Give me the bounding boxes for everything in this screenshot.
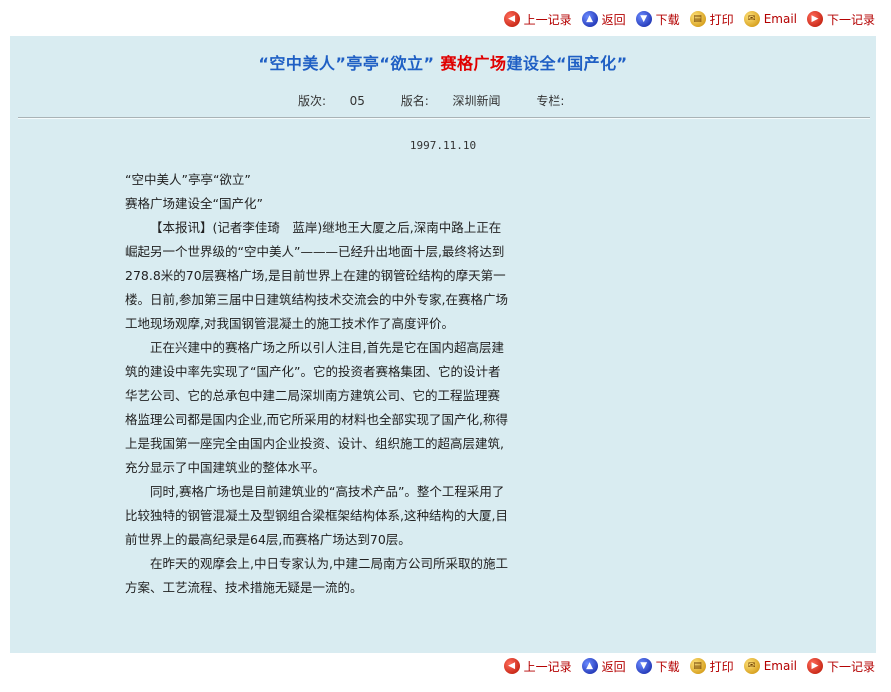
article-meta: 版次: 05 版名: 深圳新闻 专栏: — [10, 92, 876, 109]
next-record-label: 下一记录 — [826, 659, 875, 674]
download-button[interactable]: ▼ 下载 — [635, 658, 680, 675]
print-label: 打印 — [709, 12, 734, 27]
section-value: 深圳新闻 — [452, 94, 501, 108]
print-button[interactable]: ▤ 打印 — [689, 658, 734, 675]
top-toolbar: ◀ 上一记录 ▲ 返回 ▼ 下载 ▤ 打印 ✉ Email ▶ 下一记录 — [503, 9, 875, 29]
article-title: “空中美人”亭亭“欲立” 赛格广场建设全“国产化” — [10, 50, 876, 74]
download-label: 下载 — [655, 659, 680, 674]
prev-record-icon: ◀ — [503, 658, 520, 674]
section-field: 版名: 深圳新闻 — [393, 94, 509, 108]
column-field: 专栏: — [528, 94, 596, 108]
section-label: 版名: — [400, 94, 429, 108]
next-record-icon: ▶ — [806, 658, 823, 674]
next-record-button[interactable]: ▶ 下一记录 — [806, 658, 875, 675]
paragraph: 同时,赛格广场也是目前建筑业的“高技术产品”。整个工程采用了比较独特的钢管混凝土… — [125, 484, 508, 547]
back-label: 返回 — [601, 659, 626, 674]
email-label: Email — [763, 659, 797, 673]
prev-record-icon: ◀ — [503, 11, 520, 27]
paragraph: 正在兴建中的赛格广场之所以引人注目,首先是它在国内超高层建筑的建设中率先实现了“… — [125, 340, 508, 475]
email-icon: ✉ — [743, 658, 760, 674]
article-body: “空中美人”亭亭“欲立” 赛格广场建设全“国产化” 【本报讯】(记者李佳琦 蓝岸… — [125, 168, 510, 600]
edition-field: 版次: 05 — [290, 94, 373, 108]
print-button[interactable]: ▤ 打印 — [689, 11, 734, 28]
divider — [18, 117, 870, 119]
print-icon: ▤ — [689, 11, 706, 27]
print-label: 打印 — [709, 659, 734, 674]
edition-value: 05 — [349, 94, 365, 108]
email-button[interactable]: ✉ Email — [743, 11, 797, 27]
next-record-label: 下一记录 — [826, 12, 875, 27]
download-label: 下载 — [655, 12, 680, 27]
download-icon: ▼ — [635, 11, 652, 27]
prev-record-label: 上一记录 — [523, 659, 572, 674]
email-icon: ✉ — [743, 11, 760, 27]
column-label: 专栏: — [536, 94, 565, 108]
title-part2: 建设全“国产化” — [506, 54, 628, 73]
next-record-icon: ▶ — [806, 11, 823, 27]
back-button[interactable]: ▲ 返回 — [581, 11, 626, 28]
publish-date: 1997.11.10 — [409, 139, 477, 152]
email-label: Email — [763, 12, 797, 26]
prev-record-label: 上一记录 — [523, 12, 572, 27]
back-label: 返回 — [601, 12, 626, 27]
next-record-button[interactable]: ▶ 下一记录 — [806, 11, 875, 28]
headline-1: “空中美人”亭亭“欲立” — [125, 172, 251, 187]
prev-record-button[interactable]: ◀ 上一记录 — [503, 658, 572, 675]
email-button[interactable]: ✉ Email — [743, 658, 797, 674]
edition-label: 版次: — [297, 94, 327, 108]
download-icon: ▼ — [635, 658, 652, 674]
back-icon: ▲ — [581, 11, 598, 27]
back-icon: ▲ — [581, 658, 598, 674]
paragraph: 在昨天的观摩会上,中日专家认为,中建二局南方公司所采取的施工方案、工艺流程、技术… — [125, 556, 508, 595]
print-icon: ▤ — [689, 658, 706, 674]
bottom-toolbar: ◀ 上一记录 ▲ 返回 ▼ 下载 ▤ 打印 ✉ Email ▶ 下一记录 — [503, 656, 875, 676]
prev-record-button[interactable]: ◀ 上一记录 — [503, 11, 572, 28]
back-button[interactable]: ▲ 返回 — [581, 658, 626, 675]
headline-2: 赛格广场建设全“国产化” — [125, 196, 263, 211]
article-panel: “空中美人”亭亭“欲立” 赛格广场建设全“国产化” 版次: 05 版名: 深圳新… — [10, 36, 876, 653]
paragraph: 【本报讯】(记者李佳琦 蓝岸)继地王大厦之后,深南中路上正在崛起另一个世界级的“… — [125, 220, 508, 331]
title-part1: “空中美人”亭亭“欲立” — [258, 54, 441, 73]
download-button[interactable]: ▼ 下载 — [635, 11, 680, 28]
title-highlight: 赛格广场 — [440, 54, 507, 73]
